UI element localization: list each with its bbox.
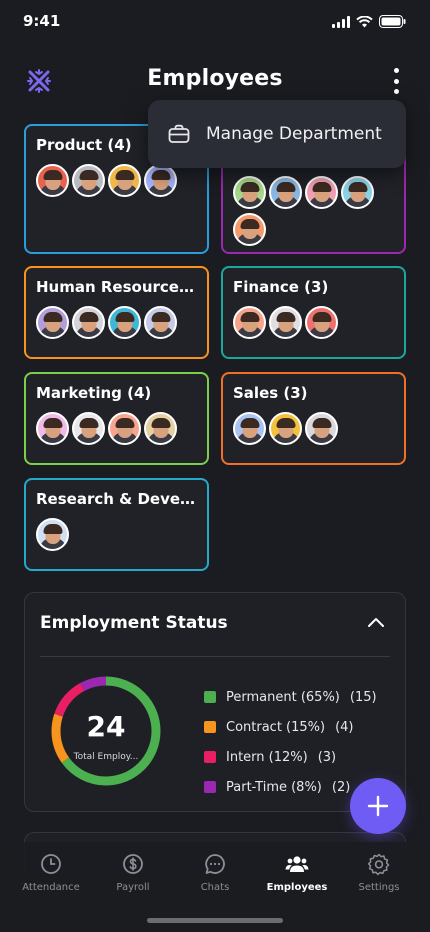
avatar-group [36,518,197,551]
status-legend: Permanent (65%) (15) Contract (15%) (4) Inte… [204,682,377,802]
status-icons [332,15,406,28]
avatar [305,176,338,209]
avatar [36,164,69,197]
legend-swatch [204,751,216,763]
avatar [108,306,141,339]
avatar [233,412,266,445]
department-name: Marketing (4) [36,384,152,402]
status-time: 9:41 [23,12,61,30]
legend-swatch [204,691,216,703]
avatar-group [233,306,394,339]
briefcase-icon [168,124,190,143]
avatar [36,306,69,339]
legend-item: Intern (12%) (3) [204,742,377,772]
total-employees-caption: Total Employ... [73,752,139,762]
avatar [144,306,177,339]
avatar [341,176,374,209]
avatar-group [36,306,197,339]
department-card[interactable]: Research & Develop... [24,478,209,571]
people-icon [285,856,309,872]
tab-attendance[interactable]: Attendance [11,852,91,932]
department-card[interactable]: Sales (3) [221,372,406,465]
chevron-up-icon[interactable] [367,615,385,629]
divider [40,656,390,657]
avatar [72,164,105,197]
tab-settings[interactable]: Settings [339,852,419,932]
tab-label: Employees [266,882,328,893]
tab-label: Payroll [116,882,150,893]
options-dropdown: Manage Department [148,100,406,168]
legend-count: (2) [331,779,351,795]
department-name: Human Resources (4) [36,278,197,296]
department-card[interactable]: Human Resources (4) [24,266,209,359]
legend-label: Intern (12%) [226,749,308,765]
cellular-signal-icon [332,15,350,28]
avatar-group [233,412,394,445]
avatar [108,412,141,445]
legend-swatch [204,721,216,733]
avatar [36,518,69,551]
avatar [269,412,302,445]
department-name: Finance (3) [233,278,329,296]
manage-department-menu-item[interactable]: Manage Department [206,124,382,144]
tab-label: Attendance [22,882,80,893]
avatar [269,306,302,339]
avatar [305,306,338,339]
legend-label: Part-Time (8%) [226,779,322,795]
legend-count: (3) [317,749,337,765]
wifi-icon [356,15,373,27]
employment-status-panel: Employment Status 24 Total Employ... Per… [24,592,406,812]
legend-item: Contract (15%) (4) [204,712,377,742]
avatar [233,306,266,339]
avatar [144,412,177,445]
page-title: Employees [147,66,283,91]
avatar-group [233,176,394,246]
avatar [233,176,266,209]
avatar [305,412,338,445]
status-bar: 9:41 [0,0,430,44]
avatar-group [36,412,197,445]
avatar [144,164,177,197]
avatar [108,164,141,197]
avatar [72,412,105,445]
tab-label: Chats [200,882,230,893]
panel-title: Employment Status [40,613,228,633]
department-card[interactable]: Marketing (4) [24,372,209,465]
app-header: Employees [0,58,430,102]
legend-label: Permanent (65%) [226,689,340,705]
department-card[interactable]: Finance (3) [221,266,406,359]
chat-icon [205,854,225,874]
avatar [72,306,105,339]
home-indicator [147,918,283,923]
avatar [233,213,266,246]
department-name: Sales (3) [233,384,308,402]
legend-swatch [204,781,216,793]
dollar-icon [123,854,143,874]
add-employee-button[interactable] [350,778,406,834]
gear-icon [367,853,390,876]
avatar [36,412,69,445]
legend-label: Contract (15%) [226,719,326,735]
legend-count: (4) [335,719,354,735]
avatar [269,176,302,209]
legend-item: Permanent (65%) (15) [204,682,377,712]
avatar-group [36,164,197,197]
plus-icon [367,795,389,817]
tab-label: Settings [358,882,400,893]
total-employees-value: 24 [86,710,126,743]
legend-count: (15) [349,689,377,705]
clock-icon [41,854,61,874]
department-name: Research & Develop... [36,490,197,508]
battery-icon [379,15,406,28]
kebab-menu-icon[interactable] [390,68,402,94]
